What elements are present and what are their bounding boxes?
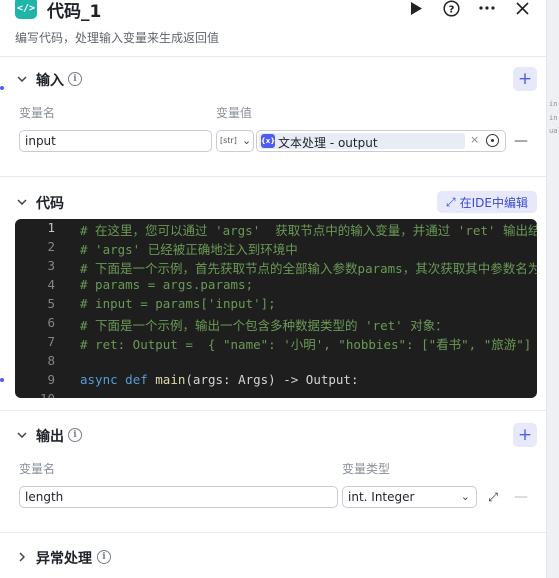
chevron-right-icon[interactable] — [15, 550, 29, 564]
code-line: 2 # 'args' 已经被正确地注入到环境中 — [47, 239, 298, 257]
reference-label: 文本处理 - output — [278, 136, 378, 150]
canvas-edge: in in ua] — [547, 0, 559, 578]
input-col-value-label: 变量值 — [216, 106, 253, 120]
output-section-header: 输出 i + — [0, 420, 546, 450]
chevron-down-icon: ⌄ — [242, 134, 252, 147]
code-line: 1 # 在这里，您可以通过 'args' 获取节点中的输入变量，并通过 'ret'… — [47, 220, 537, 238]
chevron-down-icon[interactable] — [15, 195, 29, 209]
output-type-select[interactable]: int. Integer ⌄ — [342, 486, 477, 508]
divider — [0, 410, 546, 411]
edit-in-ide-button[interactable]: ⤢ 在IDE中编辑 — [437, 191, 537, 213]
exception-section-header: 异常处理 i — [0, 542, 546, 572]
help-icon[interactable]: ? — [440, 0, 462, 19]
code-line: 6 # 下面是一个示例，输出一个包含多种数据类型的 'ret' 对象： — [47, 315, 448, 333]
variable-reference-field[interactable]: {x} 文本处理 - output × — [256, 130, 506, 152]
info-icon[interactable]: i — [68, 428, 82, 442]
reference-tag: {x} 文本处理 - output — [259, 133, 465, 150]
add-input-button[interactable]: + — [513, 67, 537, 91]
node-description[interactable]: 编写代码，处理输入变量来生成返回值 — [15, 29, 219, 46]
code-line: 10 — [15, 391, 537, 398]
input-section-header: 输入 i + — [0, 64, 546, 94]
output-type-value: int. Integer — [348, 490, 415, 504]
output-section-title: 输出 — [36, 429, 64, 445]
divider — [0, 176, 546, 177]
chevron-down-icon[interactable] — [15, 428, 29, 442]
canvas-text: in — [549, 114, 558, 122]
connection-handle[interactable] — [0, 378, 4, 382]
divider — [0, 56, 546, 57]
close-icon[interactable] — [511, 0, 533, 19]
divider — [0, 532, 546, 533]
code-line: 9 async def main(args: Args) -> Output: — [47, 372, 359, 387]
remove-input-button[interactable]: — — [514, 133, 528, 149]
more-icon[interactable] — [476, 0, 498, 19]
canvas-text: ua] — [549, 127, 559, 135]
info-icon[interactable]: i — [97, 550, 111, 564]
variable-icon: {x} — [261, 134, 275, 148]
expand-icon[interactable]: ⤢ — [486, 490, 500, 504]
panel-header: </> 代码_1 ? 编写代码，处理输入变量来生成返回值 — [0, 0, 546, 52]
clear-icon[interactable]: × — [470, 133, 479, 146]
input-section-title: 输入 — [36, 73, 64, 89]
input-col-name-label: 变量名 — [19, 106, 56, 120]
value-type-select[interactable]: [str] ⌄ — [216, 130, 254, 152]
code-line: 7 # ret: Output = { "name": '小明', "hobbie… — [47, 334, 537, 352]
svg-text:?: ? — [448, 4, 454, 15]
edit-in-ide-label: 在IDE中编辑 — [459, 195, 528, 210]
code-node-icon: </> — [15, 0, 37, 19]
target-icon[interactable] — [486, 134, 499, 147]
code-line: 5 # input = params['input']; — [47, 296, 276, 311]
str-type-badge: [str] — [220, 136, 237, 145]
output-col-type-label: 变量类型 — [342, 462, 391, 476]
play-icon[interactable] — [405, 0, 427, 19]
connection-handle[interactable] — [0, 86, 4, 90]
info-icon[interactable]: i — [68, 72, 82, 86]
expand-icon: ⤢ — [446, 194, 456, 209]
remove-output-button[interactable]: — — [514, 489, 528, 505]
chevron-down-icon: ⌄ — [460, 490, 470, 503]
code-section-title: 代码 — [36, 196, 64, 212]
chevron-down-icon[interactable] — [15, 72, 29, 86]
code-editor[interactable]: 1 # 在这里，您可以通过 'args' 获取节点中的输入变量，并通过 'ret'… — [15, 219, 537, 398]
code-line: 4 # params = args.params; — [47, 277, 254, 292]
canvas-text: in — [549, 100, 558, 108]
node-title[interactable]: 代码_1 — [47, 0, 101, 22]
output-var-name-field[interactable]: length — [19, 486, 338, 508]
input-var-name-field[interactable]: input — [19, 130, 212, 152]
output-col-name-label: 变量名 — [19, 462, 56, 476]
code-node-panel: </> 代码_1 ? 编写代码，处理输入变量来生成返回值 输入 i + 变量名 … — [0, 0, 547, 578]
code-line: 3 # 下面是一个示例，首先获取节点的全部输入参数params，其次获取其中参数名… — [47, 258, 537, 276]
code-line: 8 — [47, 353, 55, 368]
add-output-button[interactable]: + — [513, 423, 537, 447]
exception-section-title: 异常处理 — [36, 551, 92, 567]
